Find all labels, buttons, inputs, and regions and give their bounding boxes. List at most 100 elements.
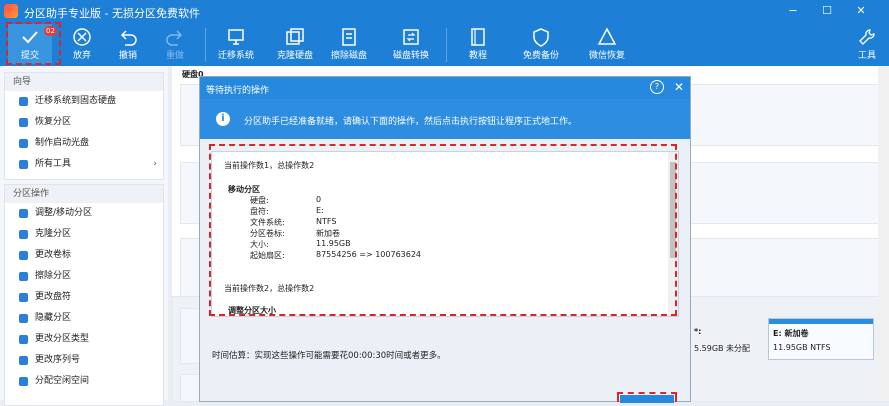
maximize-icon[interactable]: ☐: [816, 2, 838, 20]
eraser-icon: [19, 272, 28, 281]
undo-button[interactable]: 撤销: [108, 24, 148, 64]
scrollbar-thumb[interactable]: [670, 162, 676, 258]
book-icon: [458, 26, 498, 48]
free-backup-button[interactable]: 免费备份: [518, 24, 564, 64]
partition-header: 分区操作: [5, 185, 163, 203]
operations-scrollbar[interactable]: [668, 152, 678, 316]
op1-key: 起始扇区:: [250, 251, 285, 260]
sidebar-item-hide[interactable]: 隐藏分区: [5, 308, 163, 329]
close-icon[interactable]: ✕: [674, 80, 684, 94]
close-icon[interactable]: ✕: [850, 2, 872, 20]
op1-value: 0: [316, 195, 322, 204]
sidebar-item-serial[interactable]: 更改序列号: [5, 350, 163, 371]
clone-disk-label: 克隆硬盘: [276, 51, 313, 61]
wipe-disk-icon: [326, 26, 372, 48]
sidebar-item-label: 克隆分区: [35, 229, 72, 239]
wipe-disk-label: 擦除磁盘: [330, 51, 367, 61]
operations-list[interactable]: 当前操作数1，总操作数2 移动分区 硬盘: 0 盘符: E: 文件系统: NTF…: [211, 151, 679, 317]
migrate-os-icon: [213, 26, 259, 48]
commit-highlight: [6, 22, 61, 65]
disk-convert-label: 磁盘转换: [392, 51, 429, 61]
tools-button[interactable]: 工具: [852, 24, 882, 64]
shield-icon: [518, 26, 564, 48]
op2-title: 调整分区大小: [228, 306, 276, 315]
minimize-icon[interactable]: −: [782, 2, 804, 20]
wizard-header: 向导: [5, 73, 163, 91]
allocate-icon: [19, 377, 28, 386]
wechat-restore-label: 微信恢复: [588, 51, 625, 61]
op1-title: 移动分区: [228, 185, 260, 194]
sidebar-item-label: 恢复分区: [35, 117, 72, 127]
wechat-restore-button[interactable]: 微信恢复: [584, 24, 630, 64]
op1-key: 分区卷标:: [250, 229, 285, 238]
toolbar-divider: [205, 28, 206, 62]
hide-icon: [19, 314, 28, 323]
dialog-titlebar: 等待执行的操作 ? ✕: [200, 77, 690, 99]
clone-disk-icon: [272, 26, 318, 48]
sidebar-item-resize[interactable]: 调整/移动分区: [5, 203, 163, 224]
op1-value: E:: [316, 206, 324, 215]
sidebar-item-label-change[interactable]: 更改卷标: [5, 245, 163, 266]
sidebar-item-label: 更改序列号: [35, 355, 81, 365]
op1-header: 当前操作数1，总操作数2: [224, 161, 315, 170]
wrench-icon: [852, 26, 882, 48]
sidebar-item-label: 调整/移动分区: [35, 208, 93, 218]
disk-convert-button[interactable]: 磁盘转换: [388, 24, 434, 64]
discard-icon: [62, 26, 102, 48]
info-banner: i 分区助手已经准备就绪，请确认下面的操作，然后点击执行按钮让程序正式地工作。: [200, 99, 690, 139]
clone-icon: [19, 230, 28, 239]
tutorial-label: 教程: [468, 51, 487, 61]
sidebar-item-recover[interactable]: 恢复分区: [5, 112, 163, 133]
main-scrollbar[interactable]: [878, 66, 889, 400]
sidebar-item-label: 擦除分区: [35, 271, 72, 281]
op1-value: NTFS: [316, 217, 337, 226]
free-backup-label: 免费备份: [522, 51, 559, 61]
undo-icon: [108, 26, 148, 48]
sidebar-item-letter[interactable]: 更改盘符: [5, 287, 163, 308]
op1-value: 11.95GB: [316, 239, 351, 248]
migrate-os-button[interactable]: 迁移系统: [213, 24, 259, 64]
toolbar: 提交 02 放弃 撤销 重做 迁移系统 克隆硬盘 擦除磁盘 磁盘转换 教程 免费…: [0, 22, 889, 66]
recover-icon: [19, 118, 28, 127]
redo-label: 重做: [165, 51, 184, 61]
pencil-icon: [19, 293, 28, 302]
discard-label: 放弃: [72, 51, 91, 61]
sidebar-item-bootcd[interactable]: 制作启动光盘: [5, 133, 163, 154]
sidebar-item-migrate[interactable]: 迁移系统到固态硬盘: [5, 91, 163, 112]
pending-operations-dialog: 等待执行的操作 ? ✕ i 分区助手已经准备就绪，请确认下面的操作，然后点击执行…: [199, 76, 691, 402]
op1-key: 盘符:: [250, 207, 269, 216]
sidebar-item-label: 隐藏分区: [35, 313, 72, 323]
id-icon: [19, 335, 28, 344]
wipe-disk-button[interactable]: 擦除磁盘: [326, 24, 372, 64]
sidebar-item-clone[interactable]: 克隆分区: [5, 224, 163, 245]
window-title: 分区助手专业版 - 无损分区免费软件: [24, 7, 200, 20]
sidebar-item-label: 所有工具: [35, 159, 72, 169]
sidebar-item-all-tools[interactable]: 所有工具 ›: [5, 154, 163, 175]
redo-icon: [155, 26, 195, 48]
clone-disk-button[interactable]: 克隆硬盘: [272, 24, 318, 64]
dialog-title: 等待执行的操作: [206, 86, 270, 96]
title-bar: 分区助手专业版 - 无损分区免费软件 − ☐ ✕: [0, 0, 889, 22]
partition-e-card[interactable]: E: 新加卷 11.95GB NTFS: [768, 318, 874, 360]
op1-value: 新加卷: [316, 229, 340, 238]
sidebar-item-label: 更改卷标: [35, 250, 72, 260]
triangle-logo-icon: [584, 26, 630, 48]
help-icon[interactable]: ?: [650, 80, 664, 94]
tutorial-button[interactable]: 教程: [458, 24, 498, 64]
tools-label: 工具: [857, 51, 876, 61]
toolbar-divider: [446, 28, 447, 62]
op1-value: 87554256 => 100763624: [316, 250, 422, 259]
sidebar-item-wipe[interactable]: 擦除分区: [5, 266, 163, 287]
wizard-section: 向导 迁移系统到固态硬盘 恢复分区 制作启动光盘 所有工具 ›: [4, 72, 164, 180]
partition-letter: *:: [694, 327, 702, 336]
op1-key: 文件系统:: [250, 218, 285, 227]
serial-icon: [19, 356, 28, 365]
sidebar-item-allocate[interactable]: 分配空闲空间: [5, 371, 163, 392]
info-icon: i: [216, 112, 230, 126]
discard-button[interactable]: 放弃: [62, 24, 102, 64]
partition-letter: E: 新加卷: [773, 329, 809, 338]
migrate-icon: [19, 97, 28, 106]
partition-size: 11.95GB NTFS: [773, 343, 831, 352]
redo-button[interactable]: 重做: [155, 24, 195, 64]
sidebar-item-type[interactable]: 更改分区类型: [5, 329, 163, 350]
